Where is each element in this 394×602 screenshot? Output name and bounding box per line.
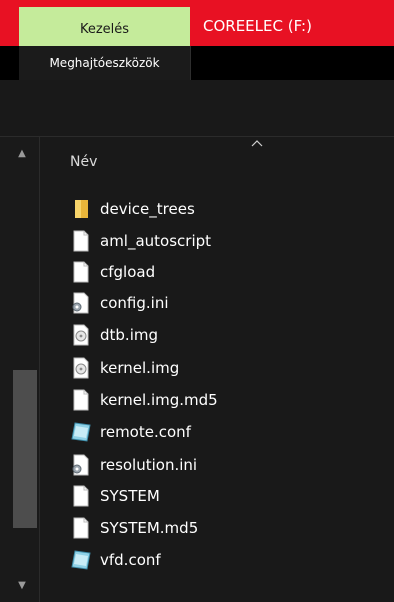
settings-file-icon bbox=[70, 452, 92, 478]
list-item[interactable]: resolution.ini bbox=[70, 451, 370, 479]
file-name: remote.conf bbox=[100, 423, 191, 441]
tab-manage[interactable]: Kezelés bbox=[19, 7, 190, 46]
disc-image-icon bbox=[70, 322, 92, 348]
list-item[interactable]: vfd.conf bbox=[70, 546, 370, 574]
list-item[interactable]: kernel.img bbox=[70, 354, 370, 382]
settings-file-icon bbox=[70, 290, 92, 316]
file-icon bbox=[70, 259, 92, 285]
list-item[interactable]: aml_autoscript bbox=[70, 227, 370, 255]
ribbon: Meghajtóeszközök bbox=[0, 46, 394, 80]
file-name: aml_autoscript bbox=[100, 232, 212, 250]
window-title: COREELEC (F:) bbox=[203, 17, 312, 35]
file-name: SYSTEM bbox=[100, 487, 160, 505]
file-name: cfgload bbox=[100, 263, 156, 281]
list-item[interactable]: cfgload bbox=[70, 258, 370, 286]
file-icon bbox=[70, 228, 92, 254]
list-item[interactable]: remote.conf bbox=[70, 418, 370, 446]
title-bar: Kezelés COREELEC (F:) bbox=[0, 0, 394, 46]
list-item[interactable]: device_trees bbox=[70, 195, 370, 223]
list-item[interactable]: SYSTEM bbox=[70, 482, 370, 510]
file-name: kernel.img.md5 bbox=[100, 391, 218, 409]
file-name: dtb.img bbox=[100, 326, 158, 344]
list-item[interactable]: config.ini bbox=[70, 289, 370, 317]
address-bar[interactable] bbox=[0, 80, 394, 137]
file-icon bbox=[70, 483, 92, 509]
tab-drive-tools[interactable]: Meghajtóeszközök bbox=[19, 46, 191, 80]
list-item[interactable]: SYSTEM.md5 bbox=[70, 514, 370, 542]
file-icon bbox=[70, 387, 92, 413]
file-name: SYSTEM.md5 bbox=[100, 519, 199, 537]
list-item[interactable]: dtb.img bbox=[70, 321, 370, 349]
list-item[interactable]: kernel.img.md5 bbox=[70, 386, 370, 414]
scroll-up-arrow-icon[interactable]: ▲ bbox=[16, 148, 28, 160]
sort-ascending-icon bbox=[250, 138, 264, 150]
file-name: config.ini bbox=[100, 294, 169, 312]
config-file-icon bbox=[70, 419, 92, 445]
file-name: vfd.conf bbox=[100, 551, 161, 569]
folder-icon bbox=[70, 196, 92, 222]
config-file-icon bbox=[70, 547, 92, 573]
nav-scrollbar-thumb[interactable] bbox=[13, 370, 37, 528]
file-name: device_trees bbox=[100, 200, 195, 218]
file-icon bbox=[70, 515, 92, 541]
file-name: kernel.img bbox=[100, 359, 180, 377]
column-header-name[interactable]: Név bbox=[70, 150, 97, 174]
scroll-down-arrow-icon[interactable]: ▼ bbox=[16, 580, 28, 592]
disc-image-icon bbox=[70, 355, 92, 381]
file-name: resolution.ini bbox=[100, 456, 198, 474]
